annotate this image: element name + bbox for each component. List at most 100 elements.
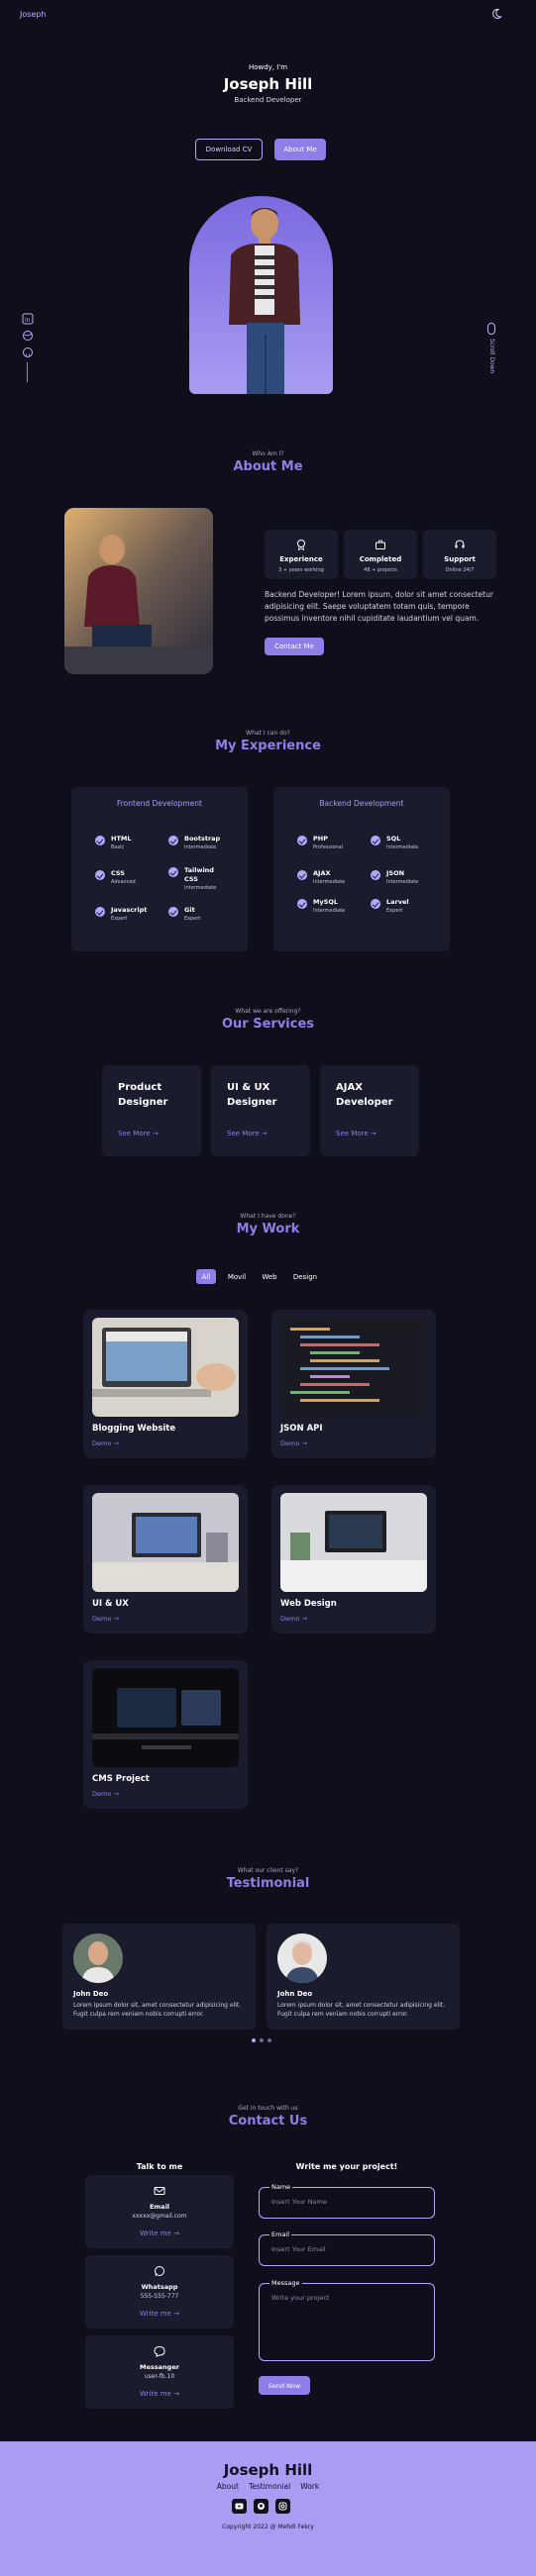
hero-role: Backend Developer: [234, 96, 302, 104]
work-card: JSON API Demo →: [271, 1310, 436, 1458]
demo-link[interactable]: Demo →: [92, 1439, 119, 1447]
linkedin-icon[interactable]: in: [22, 313, 34, 325]
avatar: [277, 1933, 327, 1983]
write-me-link[interactable]: Write me →: [85, 2390, 234, 2398]
project-image: [280, 1493, 427, 1592]
instagram-icon[interactable]: [275, 2499, 290, 2514]
carousel-dot[interactable]: [268, 2038, 271, 2042]
footer: Joseph Hill About Testimonial Work Copyr…: [0, 2441, 536, 2576]
contact-value: xxxxx@gmail.com: [132, 2213, 187, 2220]
skill-name: SQL: [386, 835, 401, 842]
talk-title: Talk to me: [136, 2162, 183, 2171]
contact-method: Whatsapp: [141, 2283, 178, 2291]
write-me-link[interactable]: Write me →: [85, 2310, 234, 2318]
headset-icon: [455, 540, 465, 548]
email-label: Email: [269, 2230, 292, 2238]
footer-link-work[interactable]: Work: [300, 2482, 319, 2491]
see-more-link[interactable]: See More →: [227, 1130, 268, 1138]
check-icon: [297, 836, 307, 845]
send-now-button[interactable]: Send Now: [259, 2376, 310, 2395]
mouse-icon: [487, 323, 495, 335]
skill-name: Bootstrap: [184, 835, 221, 842]
filter-all[interactable]: All: [196, 1269, 216, 1284]
filter-design[interactable]: Design: [287, 1269, 323, 1284]
skill-level: Intermediate: [313, 908, 346, 914]
work-subtitle: What I have done?: [240, 1213, 296, 1220]
demo-link[interactable]: Demo →: [280, 1439, 307, 1447]
mail-icon: [154, 2187, 165, 2195]
laptop-image: [92, 1318, 239, 1417]
site-logo[interactable]: Joseph: [20, 10, 47, 19]
svg-text:in: in: [25, 317, 31, 324]
skill-level: Advanced: [111, 879, 136, 885]
download-cv-button[interactable]: Download CV: [195, 139, 263, 160]
contact-value: user-fb.10: [144, 2373, 175, 2380]
project-title: CMS Project: [92, 1774, 150, 1784]
dribbble-icon[interactable]: [22, 330, 34, 342]
service-card: UI & UX Designer See More →: [211, 1065, 310, 1156]
testimonial-name: John Deo: [73, 1990, 109, 1998]
hero-name: Joseph Hill: [223, 75, 313, 93]
work-card: Blogging Website Demo →: [83, 1310, 248, 1458]
see-more-link[interactable]: See More →: [336, 1130, 376, 1138]
testimonial-name: John Deo: [277, 1990, 313, 1998]
service-card: Product Designer See More →: [102, 1065, 201, 1156]
skill-level: Basic: [111, 844, 125, 850]
email-field[interactable]: Email Insert Your Email: [259, 2230, 435, 2266]
message-field[interactable]: Message Write your project: [259, 2279, 435, 2361]
contact-title: Contact Us: [228, 2114, 308, 2129]
skill-level: Intermediate: [184, 885, 217, 891]
footer-link-testimonial[interactable]: Testimonial: [249, 2482, 290, 2491]
work-title: My Work: [236, 1222, 300, 1237]
briefcase-icon: [375, 540, 385, 549]
demo-link[interactable]: Demo →: [92, 1615, 119, 1623]
filter-web[interactable]: Web: [256, 1269, 283, 1284]
github-icon[interactable]: [22, 347, 34, 358]
skill-level: Expert: [386, 908, 403, 914]
demo-link[interactable]: Demo →: [280, 1615, 307, 1623]
project-image: [92, 1318, 239, 1417]
service-title: Product Designer: [118, 1082, 168, 1108]
about-me-button[interactable]: About Me: [274, 139, 326, 160]
youtube-icon[interactable]: [232, 2499, 247, 2514]
skill-name: JSON: [386, 869, 405, 877]
scroll-down-link[interactable]: Scroll Down: [488, 339, 495, 373]
name-field[interactable]: Name Insert Your Name: [259, 2183, 435, 2219]
project-title: Web Design: [280, 1599, 337, 1609]
contact-method: Messanger: [140, 2363, 179, 2371]
check-icon: [168, 836, 178, 845]
stat-card-support: Support Online 24/7: [423, 530, 496, 579]
experience-subtitle: What I can do?: [246, 730, 290, 737]
frontend-card: Frontend Development HTML Basic Bootstra…: [71, 787, 248, 951]
contact-card-whatsapp: Whatsapp 555-555-777 Write me →: [85, 2255, 234, 2328]
footer-name: Joseph Hill: [223, 2461, 313, 2479]
carousel-dot[interactable]: [252, 2038, 256, 2042]
work-card: Web Design Demo →: [271, 1485, 436, 1634]
copyright: Copyright 2022 @ Mehdi Fekry: [222, 2524, 314, 2530]
check-icon: [168, 907, 178, 917]
testimonial-text: Lorem ipsum dolor sit, amet consectetur …: [73, 2002, 242, 2018]
check-icon: [371, 836, 380, 845]
work-card: CMS Project Demo →: [83, 1660, 248, 1809]
see-more-link[interactable]: See More →: [118, 1130, 159, 1138]
service-title: UI & UX Designer: [227, 1082, 277, 1108]
moon-icon[interactable]: [490, 8, 502, 20]
about-photo: [64, 508, 213, 674]
stat-sub: 48 + projects: [364, 567, 397, 573]
write-me-link[interactable]: Write me →: [85, 2229, 234, 2237]
person-avatar: [73, 1933, 123, 1983]
contact-me-button[interactable]: Contact Me: [265, 638, 324, 655]
filter-movil[interactable]: Movil: [222, 1269, 252, 1284]
experience-title: My Experience: [215, 739, 321, 753]
footer-link-about[interactable]: About: [217, 2482, 239, 2491]
desk-image: [92, 1493, 239, 1592]
contact-value: 555-555-777: [140, 2293, 179, 2300]
github-icon[interactable]: [254, 2499, 268, 2514]
stat-sub: 3 + years working: [278, 567, 324, 573]
stat-title: Support: [444, 555, 476, 563]
demo-link[interactable]: Demo →: [92, 1790, 119, 1798]
skill-name: HTML: [111, 835, 132, 842]
carousel-dot[interactable]: [260, 2038, 264, 2042]
backend-card: Backend Development PHP Professional SQL…: [273, 787, 450, 951]
check-icon: [95, 836, 105, 845]
